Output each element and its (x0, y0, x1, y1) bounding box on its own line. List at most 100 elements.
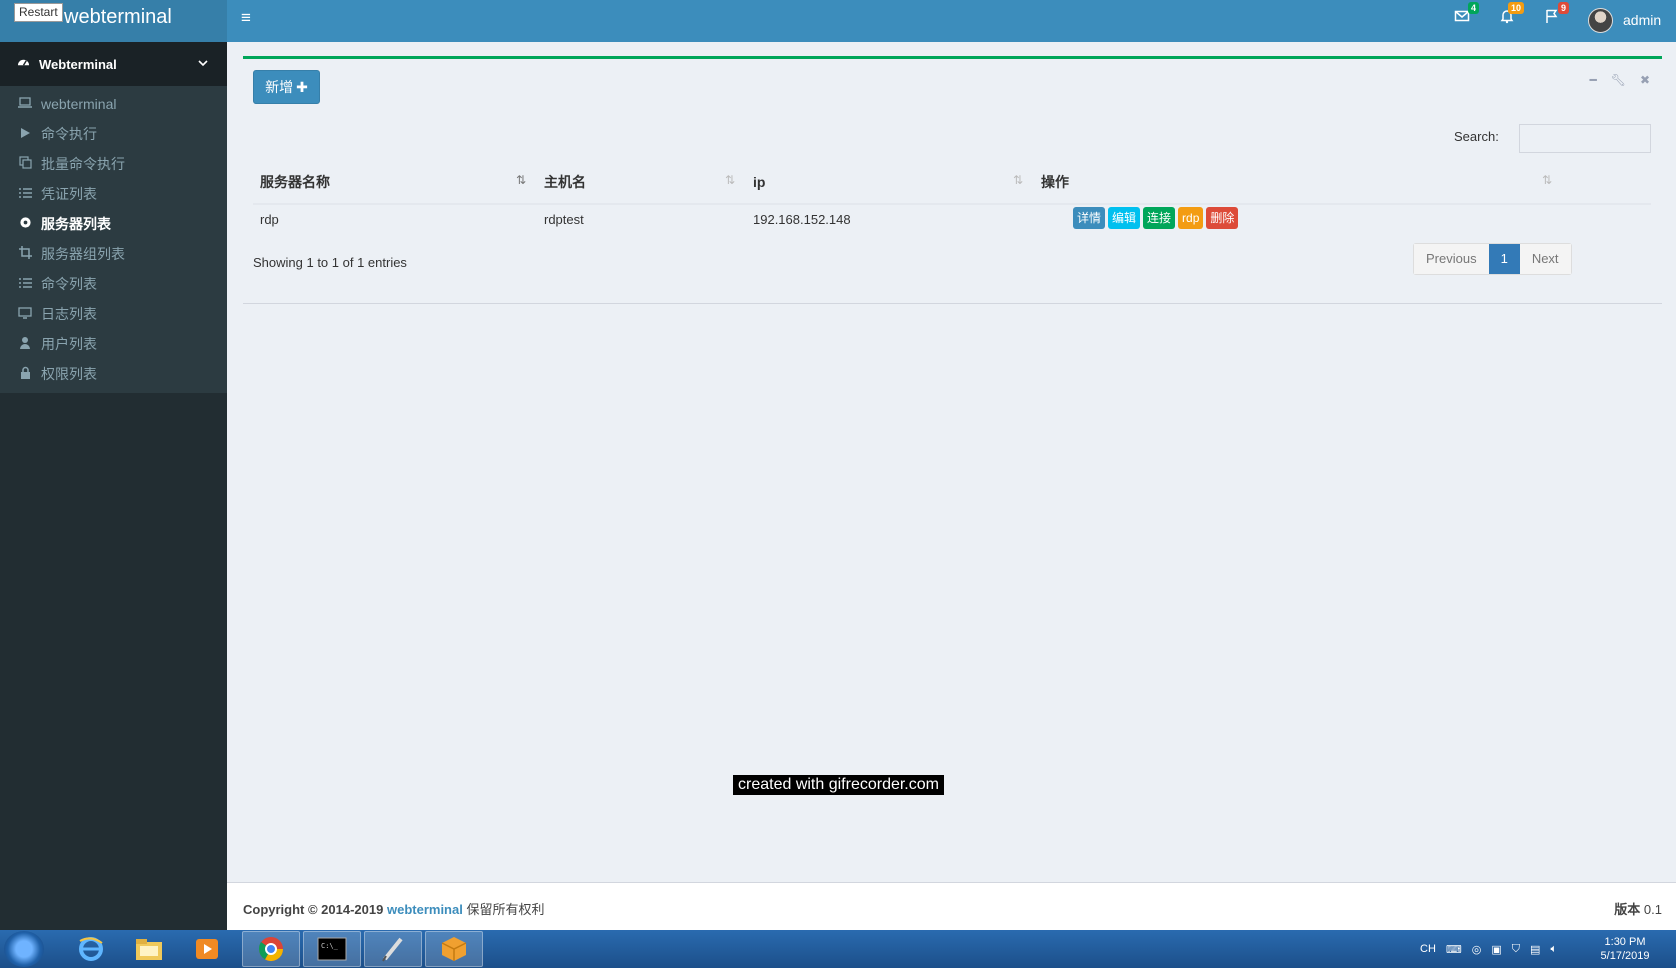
search-label: Search: (1454, 129, 1499, 144)
media-player-icon[interactable] (178, 931, 236, 967)
sidebar-section-label: Webterminal (39, 56, 117, 72)
chevron-down-icon (198, 57, 208, 71)
sort-asc-icon[interactable]: ⇅ (516, 173, 526, 187)
sort-icon[interactable]: ⇅ (725, 173, 735, 187)
sidebar-toggle-icon[interactable]: ≡ (241, 8, 251, 28)
connect-button[interactable]: 连接 (1143, 207, 1176, 229)
clock-date: 5/17/2019 (1600, 950, 1650, 962)
column-header-actions[interactable]: 操作 (1041, 159, 1069, 205)
flag-icon[interactable]: 9 (1541, 2, 1569, 30)
explorer-icon[interactable] (120, 931, 178, 967)
restart-button[interactable]: Restart (14, 3, 63, 22)
rights-text: 保留所有权利 (466, 902, 545, 917)
system-tray: CH ⌨ ◎ ▣ ⛉ ▤ 🔈︎ (1420, 930, 1557, 968)
laptop-icon (17, 96, 33, 112)
bell-icon[interactable]: 10 (1496, 2, 1524, 30)
sidebar-item-logs[interactable]: 日志列表 (0, 299, 227, 329)
previous-page-button[interactable]: Previous (1414, 244, 1489, 274)
sidebar-item-label: 凭证列表 (41, 186, 97, 202)
pagination: Previous 1 Next (1413, 243, 1572, 275)
column-label: 操作 (1041, 174, 1069, 190)
sidebar-item-users[interactable]: 用户列表 (0, 329, 227, 359)
column-label: 服务器名称 (260, 174, 330, 190)
wrench-icon[interactable]: 🔧︎ (1611, 73, 1626, 87)
sidebar: Webterminal webterminal 命令执行 批量命令执行 凭证列表… (0, 42, 227, 930)
sort-icon[interactable]: ⇅ (1013, 173, 1023, 187)
sidebar-item-label: 命令列表 (41, 276, 97, 292)
cell-hostname: rdptest (544, 212, 584, 227)
minimize-icon[interactable]: ━ (1589, 73, 1596, 87)
footer: Copyright © 2014-2019 webterminal 保留所有权利… (227, 882, 1676, 930)
chrome-icon[interactable] (242, 931, 300, 967)
flag-badge: 9 (1557, 2, 1569, 14)
next-page-button[interactable]: Next (1519, 244, 1571, 274)
network-icon[interactable]: ▤ (1530, 943, 1540, 956)
version-value: 0.1 (1643, 902, 1662, 917)
sidebar-item-server-groups[interactable]: 服务器组列表 (0, 239, 227, 269)
column-label: ip (753, 174, 766, 190)
clock-time: 1:30 PM (1604, 936, 1646, 948)
sidebar-item-label: 用户列表 (41, 336, 97, 352)
network-app-icon[interactable]: ◎ (1472, 943, 1482, 956)
sidebar-item-label: 服务器组列表 (41, 246, 125, 262)
table-header: 服务器名称 ⇅ 主机名 ⇅ ip ⇅ 操作 ⇅ (253, 159, 1651, 205)
crop-icon (17, 246, 33, 262)
top-navbar: webterminal Restart ≡ 4 10 9 admin (0, 0, 1676, 42)
recorder-watermark: created with gifrecorder.com (733, 775, 944, 795)
column-header-ip[interactable]: ip (753, 159, 765, 205)
language-indicator[interactable]: CH (1420, 943, 1436, 955)
add-server-button[interactable]: 新增 ✚ (253, 70, 320, 104)
ie-icon[interactable] (62, 931, 120, 967)
sidebar-item-webterminal[interactable]: webterminal (0, 89, 227, 119)
edit-button[interactable]: 编辑 (1108, 207, 1141, 229)
sort-icon[interactable]: ⇅ (1542, 173, 1552, 187)
keyboard-icon[interactable]: ⌨ (1446, 943, 1462, 956)
vmware-icon[interactable]: ▣ (1491, 943, 1501, 956)
footer-brand-link[interactable]: webterminal (387, 902, 463, 917)
box-tools: ━ 🔧︎ ✖ (1589, 73, 1650, 87)
cmd-icon[interactable]: C:\_ (303, 931, 361, 967)
sidebar-item-credentials[interactable]: 凭证列表 (0, 179, 227, 209)
sidebar-item-label: 权限列表 (41, 366, 97, 382)
sidebar-submenu: webterminal 命令执行 批量命令执行 凭证列表 服务器列表 服务器组列… (0, 86, 227, 393)
copyright: Copyright © 2014-2019 webterminal 保留所有权利 (243, 899, 544, 918)
content-wrapper: 新增 ✚ ━ 🔧︎ ✖ Search: 服务器名称 ⇅ 主机名 ⇅ ip ⇅ 操… (227, 42, 1676, 882)
copy-icon (17, 156, 33, 172)
column-header-server-name[interactable]: 服务器名称 (260, 159, 330, 205)
close-icon[interactable]: ✖ (1640, 73, 1650, 87)
sidebar-item-command-exec[interactable]: 命令执行 (0, 119, 227, 149)
sidebar-item-servers[interactable]: 服务器列表 (0, 209, 227, 239)
svg-text:C:\_: C:\_ (321, 942, 339, 950)
system-clock[interactable]: 1:30 PM 5/17/2019 (1590, 935, 1660, 963)
sidebar-item-permissions[interactable]: 权限列表 (0, 359, 227, 389)
sidebar-item-label: webterminal (41, 96, 117, 112)
sidebar-item-batch-command[interactable]: 批量命令执行 (0, 149, 227, 179)
start-button[interactable] (4, 931, 44, 967)
column-header-hostname[interactable]: 主机名 (544, 159, 586, 205)
sidebar-item-label: 服务器列表 (41, 216, 111, 232)
bell-badge: 10 (1507, 2, 1524, 14)
server-list-box: 新增 ✚ ━ 🔧︎ ✖ Search: 服务器名称 ⇅ 主机名 ⇅ ip ⇅ 操… (243, 56, 1662, 304)
sidebar-item-commands[interactable]: 命令列表 (0, 269, 227, 299)
volume-icon[interactable]: 🔈︎ (1550, 943, 1557, 956)
user-name: admin (1623, 12, 1662, 28)
sidebar-section-webterminal[interactable]: Webterminal (0, 42, 227, 86)
rdp-button[interactable]: rdp (1178, 207, 1204, 229)
mail-icon[interactable]: 4 (1451, 2, 1479, 30)
user-menu[interactable]: admin (1588, 5, 1661, 35)
cell-server-name: rdp (260, 212, 279, 227)
cell-ip: 192.168.152.148 (753, 212, 851, 227)
delete-button[interactable]: 删除 (1206, 207, 1239, 229)
add-button-label: 新增 (265, 79, 294, 95)
page-button-1[interactable]: 1 (1488, 244, 1520, 274)
lock-icon (17, 366, 33, 382)
detail-button[interactable]: 详情 (1073, 207, 1106, 229)
search-input[interactable] (1519, 124, 1651, 153)
dashboard-icon (15, 56, 31, 72)
os-taskbar: C:\_ CH ⌨ ◎ ▣ ⛉ ▤ 🔈︎ 1:30 PM 5/17/2019 (0, 930, 1676, 968)
column-label: 主机名 (544, 174, 586, 190)
security-icon[interactable]: ⛉ (1512, 943, 1520, 956)
virtualbox-icon[interactable] (425, 931, 483, 967)
list-icon (17, 277, 33, 292)
pen-icon[interactable] (364, 931, 422, 967)
